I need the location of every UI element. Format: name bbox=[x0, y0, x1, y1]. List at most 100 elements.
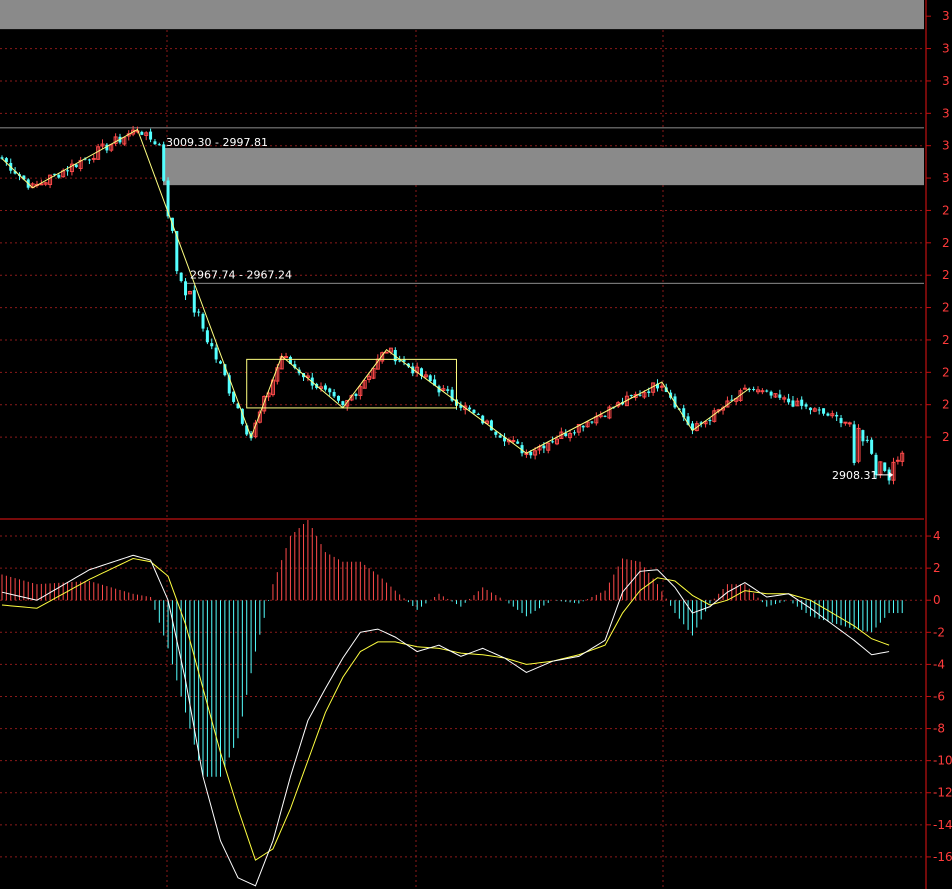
candle-body-down bbox=[66, 170, 70, 172]
candle-body-down bbox=[542, 445, 546, 449]
candle-body-up bbox=[742, 387, 747, 390]
candle-body-down bbox=[629, 394, 633, 397]
mid-range-label: 2967.74 - 2967.24 bbox=[190, 269, 292, 282]
middle-zone bbox=[163, 147, 924, 186]
axis-tick-label: 4 bbox=[933, 529, 941, 543]
candle-body-down bbox=[214, 347, 218, 360]
candle-body-down bbox=[0, 157, 4, 159]
low-price-label: 2908.31 bbox=[832, 469, 878, 482]
candle-body-up bbox=[659, 385, 664, 388]
axis-tick-label: 3 bbox=[942, 139, 950, 153]
candle-body-down bbox=[87, 159, 91, 161]
candle-body-down bbox=[341, 401, 345, 406]
candle-body-down bbox=[184, 281, 188, 296]
candle-body-down bbox=[647, 391, 651, 394]
candle-body-down bbox=[800, 399, 804, 406]
axis-tick-label: 2 bbox=[942, 430, 950, 444]
candle-body-down bbox=[428, 375, 432, 382]
candle-body-down bbox=[332, 391, 336, 397]
candle-body-down bbox=[529, 451, 533, 456]
candle-body-down bbox=[769, 391, 773, 396]
axis-tick-label: 3 bbox=[942, 42, 950, 56]
candle-body-down bbox=[468, 407, 472, 410]
candle-body-down bbox=[603, 415, 607, 417]
candle-body-down bbox=[210, 343, 214, 347]
candle-body-down bbox=[140, 131, 144, 135]
candle-body-down bbox=[157, 144, 161, 146]
axis-tick-label: 2 bbox=[942, 365, 950, 379]
axis-tick-label: -2 bbox=[933, 625, 945, 639]
candle-body-down bbox=[201, 313, 205, 329]
axis-tick-label: 2 bbox=[942, 203, 950, 217]
candle-body-up bbox=[895, 459, 900, 462]
candle-body-down bbox=[791, 400, 795, 407]
candle-body-down bbox=[336, 395, 340, 401]
axis-tick-label: 0 bbox=[933, 593, 941, 607]
candle-body-down bbox=[817, 409, 821, 411]
candle-body-down bbox=[516, 441, 520, 444]
candle-body-down bbox=[861, 430, 865, 442]
price-zones bbox=[0, 0, 924, 284]
axis-tick-label: -10 bbox=[933, 754, 952, 768]
candle-body-down bbox=[205, 330, 209, 343]
axis-tick-label: 3 bbox=[942, 9, 950, 23]
axis-tick-label: -14 bbox=[933, 818, 952, 832]
upper-range-label: 3009.30 - 2997.81 bbox=[166, 136, 268, 149]
candle-body-up bbox=[847, 422, 852, 425]
axis-tick-label: -12 bbox=[933, 786, 952, 800]
candle-body-down bbox=[179, 272, 183, 282]
candle-body-down bbox=[638, 394, 642, 396]
candle-body-down bbox=[162, 144, 166, 181]
candle-body-down bbox=[787, 398, 791, 403]
candle-body-up bbox=[760, 390, 765, 393]
axis-tick-label: 2 bbox=[933, 561, 941, 575]
axis-tick-label: -8 bbox=[933, 722, 945, 736]
candle-body-down bbox=[572, 432, 576, 434]
candle-body-down bbox=[590, 421, 594, 423]
axis-tick-label: 2 bbox=[942, 236, 950, 250]
candle-body-down bbox=[153, 141, 157, 145]
candle-body-down bbox=[765, 390, 769, 392]
axis-tick-label: 3 bbox=[942, 106, 950, 120]
dif-line bbox=[1, 554, 890, 887]
candle-body-down bbox=[192, 290, 196, 313]
macd-histogram bbox=[1, 520, 903, 777]
candle-body-down bbox=[472, 409, 476, 413]
axis-tick-label: 2 bbox=[942, 301, 950, 315]
candle-body-down bbox=[708, 419, 712, 422]
dea-line bbox=[1, 557, 890, 861]
axis-tick-label: 3 bbox=[942, 171, 950, 185]
candle-body-down bbox=[835, 414, 839, 417]
candle-body-down bbox=[446, 389, 450, 391]
candle-body-down bbox=[219, 361, 222, 364]
candle-body-down bbox=[74, 164, 78, 168]
candle-body-down bbox=[494, 431, 498, 435]
axis-tick-label: 2 bbox=[942, 268, 950, 282]
upper-zone bbox=[0, 0, 924, 30]
axis-tick-label: -16 bbox=[933, 850, 952, 864]
candle-body-down bbox=[498, 435, 502, 438]
candle-body-down bbox=[354, 393, 358, 396]
candle-body-up bbox=[91, 157, 96, 160]
candle-body-down bbox=[808, 407, 812, 411]
candle-body-down bbox=[839, 418, 843, 424]
axis-tick-label: 2 bbox=[942, 333, 950, 347]
axis-tick-label: -4 bbox=[933, 657, 945, 671]
candle-body-down bbox=[328, 388, 332, 393]
axis-tick-label: -6 bbox=[933, 689, 945, 703]
candle-body-down bbox=[197, 311, 201, 313]
candle-body-up bbox=[511, 440, 516, 443]
candle-body-down bbox=[752, 388, 756, 391]
axis-tick-label: 2 bbox=[942, 398, 950, 412]
candle-body-up bbox=[843, 421, 848, 424]
candle-body-down bbox=[883, 462, 887, 471]
candle-body-down bbox=[57, 174, 61, 178]
candle-body-down bbox=[778, 394, 782, 398]
candle-body-up bbox=[284, 356, 289, 359]
candle-body-down bbox=[581, 425, 585, 428]
candle-body-down bbox=[323, 385, 327, 390]
candle-body-down bbox=[826, 413, 830, 416]
candle-body-down bbox=[476, 413, 480, 415]
candle-body-down bbox=[852, 424, 856, 463]
candle-body-down bbox=[551, 441, 555, 443]
